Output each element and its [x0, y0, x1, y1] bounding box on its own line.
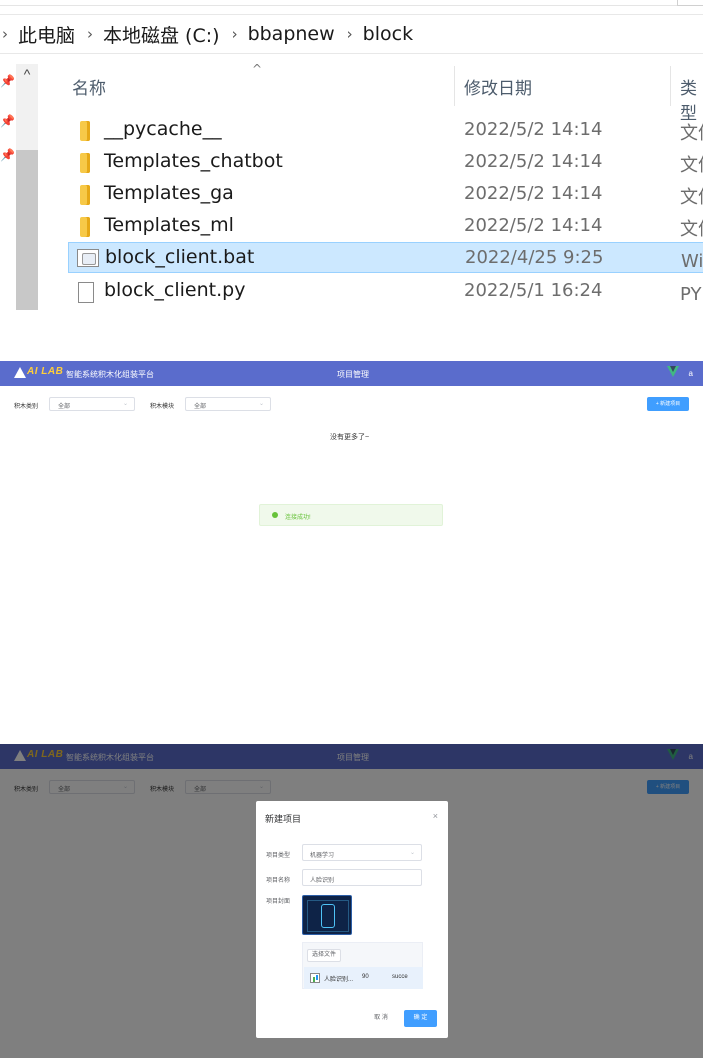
- dialog-title: 新建项目: [265, 814, 302, 824]
- column-name-header[interactable]: 名称: [72, 74, 106, 99]
- sort-ascending-icon: ^: [252, 62, 263, 76]
- file-date: 2022/5/2 14:14: [464, 151, 603, 172]
- chevron-right-icon[interactable]: ›: [87, 25, 93, 43]
- file-row[interactable]: Templates_ml 2022/5/2 14:14 文件夹: [68, 211, 703, 242]
- project-name-label: 项目名称: [266, 878, 291, 884]
- bat-file-icon: [77, 249, 99, 267]
- logo-triangle-icon: [14, 367, 26, 378]
- pin-icon[interactable]: 📌: [0, 74, 15, 88]
- breadcrumb-block[interactable]: block: [363, 23, 413, 45]
- file-row[interactable]: __pycache__ 2022/5/2 14:14 文件夹: [68, 115, 703, 146]
- filter-module-label: 积木模块: [150, 404, 175, 410]
- filter-category-value: 全部: [58, 404, 71, 410]
- confirm-button[interactable]: 确 定: [404, 1010, 437, 1027]
- file-name: block_client.bat: [105, 246, 255, 268]
- chevron-right-icon[interactable]: ›: [232, 25, 238, 43]
- file-name: Templates_ml: [104, 214, 234, 236]
- upload-progress: 90: [362, 974, 369, 980]
- filter-module-value: 全部: [194, 404, 207, 410]
- file-type: 文件夹: [680, 187, 703, 208]
- column-header: 名称 ^ 修改日期 类型: [40, 62, 703, 124]
- project-type-label: 项目类型: [266, 853, 291, 859]
- chevron-down-icon: ⌄: [258, 401, 264, 407]
- pin-icon[interactable]: 📌: [0, 114, 15, 128]
- file-type: Windows 批处理文件: [681, 251, 703, 272]
- upload-area: 选择文件 人脸识别... 90 succe: [302, 942, 423, 989]
- close-icon[interactable]: ×: [433, 811, 438, 821]
- user-name[interactable]: a: [689, 369, 693, 378]
- file-date: 2022/5/2 14:14: [464, 119, 603, 140]
- py-file-icon: [78, 282, 94, 303]
- scroll-up-icon[interactable]: ^: [18, 64, 36, 84]
- uploaded-file-name: 人脸识别...: [324, 977, 354, 983]
- nav-scrollbar-thumb[interactable]: [16, 150, 38, 310]
- breadcrumb-bbapnew[interactable]: bbapnew: [248, 23, 335, 45]
- file-type: 文件夹: [680, 155, 703, 176]
- file-type: 文件夹: [680, 123, 703, 144]
- project-name-value: 人脸识别: [310, 878, 335, 884]
- folder-icon: [80, 153, 90, 173]
- file-name: Templates_chatbot: [104, 150, 283, 172]
- vue-logo-icon: [667, 366, 679, 378]
- chevron-down-icon: ⌄: [409, 850, 415, 856]
- chevron-right-icon[interactable]: ›: [347, 25, 353, 43]
- filter-module-select[interactable]: 全部 ⌄: [185, 397, 271, 411]
- no-more-text: 没有更多了~: [330, 434, 370, 441]
- new-project-dialog: 新建项目 × 项目类型 机器学习 ⌄ 项目名称 人脸识别 项目封面 选择文件 人…: [256, 801, 448, 1038]
- upload-status: succe: [392, 974, 408, 980]
- toast-message: 连接成功!: [285, 515, 311, 521]
- app-header: AI LAB 智能系统积木化组装平台 项目管理 a: [0, 361, 703, 386]
- filter-category-label: 积木类别: [14, 404, 39, 410]
- column-divider[interactable]: [670, 66, 671, 106]
- folder-icon: [80, 185, 90, 205]
- logo-text: AI LAB: [27, 366, 64, 377]
- file-date: 2022/5/1 16:24: [464, 280, 603, 301]
- column-divider[interactable]: [454, 66, 455, 106]
- pin-icon[interactable]: 📌: [0, 148, 15, 162]
- folder-icon: [80, 121, 90, 141]
- project-name-input[interactable]: 人脸识别: [302, 869, 422, 886]
- window-control-edge: [677, 0, 703, 6]
- success-toast: 连接成功!: [259, 504, 443, 526]
- file-type: 文件夹: [680, 219, 703, 240]
- file-date: 2022/5/2 14:14: [464, 215, 603, 236]
- file-type: PY 文件: [680, 284, 703, 305]
- project-cover-label: 项目封面: [266, 899, 291, 905]
- file-date: 2022/5/2 14:14: [464, 183, 603, 204]
- image-file-icon: [310, 973, 320, 983]
- address-bar[interactable]: › 此电脑 › 本地磁盘 (C:) › bbapnew › block: [0, 14, 703, 54]
- column-date-header[interactable]: 修改日期: [464, 74, 532, 99]
- file-name: Templates_ga: [104, 182, 234, 204]
- success-icon: [272, 512, 278, 518]
- window-top-edge: [0, 0, 703, 6]
- app-title: 智能系统积木化组装平台: [66, 370, 154, 379]
- chevron-down-icon: ⌄: [122, 401, 128, 407]
- choose-file-button[interactable]: 选择文件: [307, 949, 341, 962]
- file-date: 2022/4/25 9:25: [465, 247, 604, 268]
- breadcrumb-this-pc[interactable]: 此电脑: [18, 21, 75, 48]
- file-name: block_client.py: [104, 279, 246, 301]
- nav-project-management[interactable]: 项目管理: [337, 369, 369, 380]
- project-management-page-with-dialog: AI LAB 智能系统积木化组装平台 项目管理 a 积木类别 全部 ⌄ 积木模块…: [0, 744, 703, 1058]
- project-type-select[interactable]: 机器学习 ⌄: [302, 844, 422, 861]
- cancel-button[interactable]: 取 消: [366, 1010, 396, 1027]
- file-row[interactable]: block_client.py 2022/5/1 16:24 PY 文件: [68, 276, 703, 307]
- file-row[interactable]: Templates_ga 2022/5/2 14:14 文件夹: [68, 179, 703, 210]
- file-row-selected[interactable]: block_client.bat 2022/4/25 9:25 Windows …: [68, 242, 703, 273]
- breadcrumb-local-disk[interactable]: 本地磁盘 (C:): [103, 21, 220, 48]
- filter-category-select[interactable]: 全部 ⌄: [49, 397, 135, 411]
- folder-icon: [80, 217, 90, 237]
- file-name: __pycache__: [104, 118, 222, 140]
- new-project-button[interactable]: + 新建项目: [647, 397, 689, 411]
- chevron-right-icon[interactable]: ›: [2, 25, 8, 43]
- project-management-page: AI LAB 智能系统积木化组装平台 项目管理 a 积木类别 全部 ⌄ 积木模块…: [0, 361, 703, 744]
- file-explorer-window: › 此电脑 › 本地磁盘 (C:) › bbapnew › block 📌 📌 …: [0, 0, 703, 320]
- project-type-value: 机器学习: [310, 853, 335, 859]
- file-row[interactable]: Templates_chatbot 2022/5/2 14:14 文件夹: [68, 147, 703, 178]
- uploaded-file-row[interactable]: 人脸识别... 90 succe: [304, 967, 423, 989]
- ailab-logo[interactable]: AI LAB: [14, 366, 66, 380]
- cover-image-thumbnail[interactable]: [302, 895, 352, 935]
